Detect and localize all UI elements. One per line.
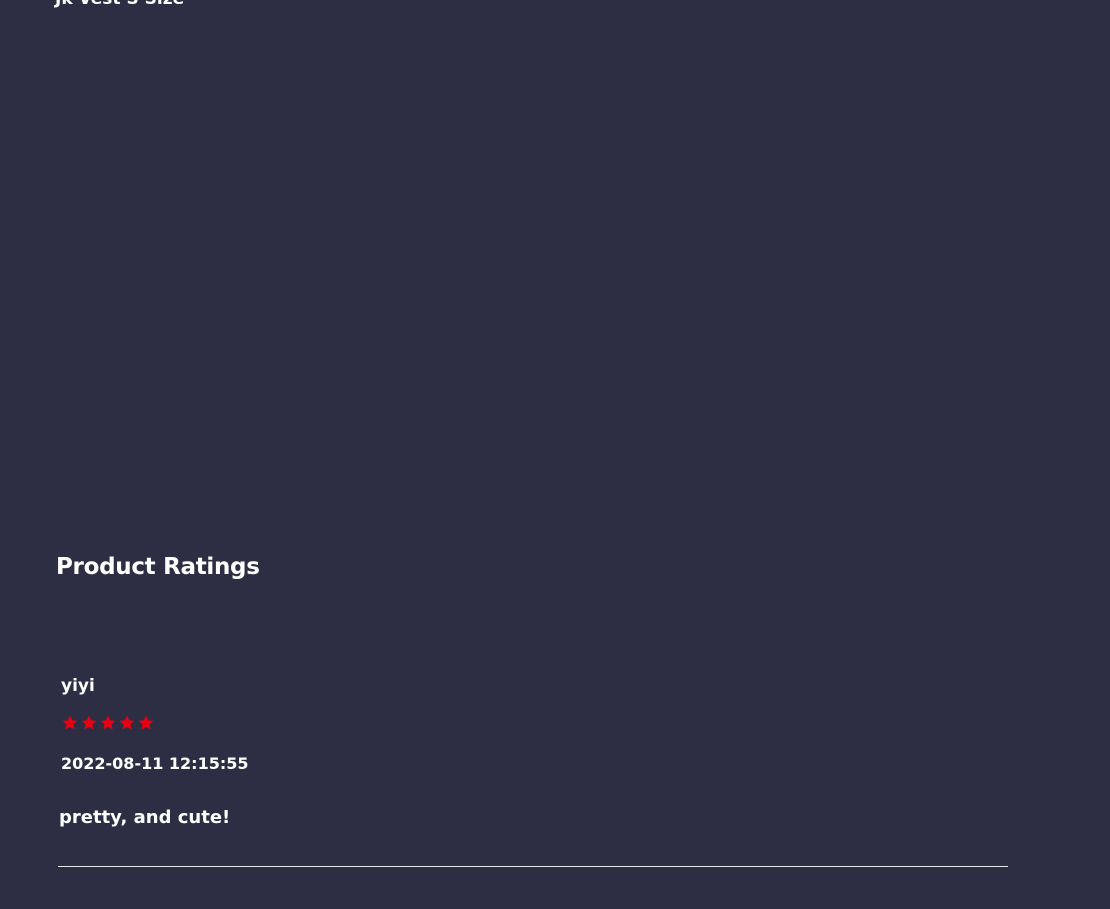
star-icon [61, 714, 79, 732]
review-divider [58, 866, 1008, 867]
product-name: Jk Vest S Size [55, 0, 184, 8]
star-rating [61, 714, 155, 732]
star-icon [99, 714, 117, 732]
review-timestamp: 2022-08-11 12:15:55 [61, 754, 249, 773]
star-icon [118, 714, 136, 732]
reviewer-name: yiyi [61, 676, 95, 696]
star-icon [137, 714, 155, 732]
review-text: pretty, and cute! [59, 807, 231, 828]
star-icon [80, 714, 98, 732]
product-ratings-title: Product Ratings [56, 554, 260, 580]
